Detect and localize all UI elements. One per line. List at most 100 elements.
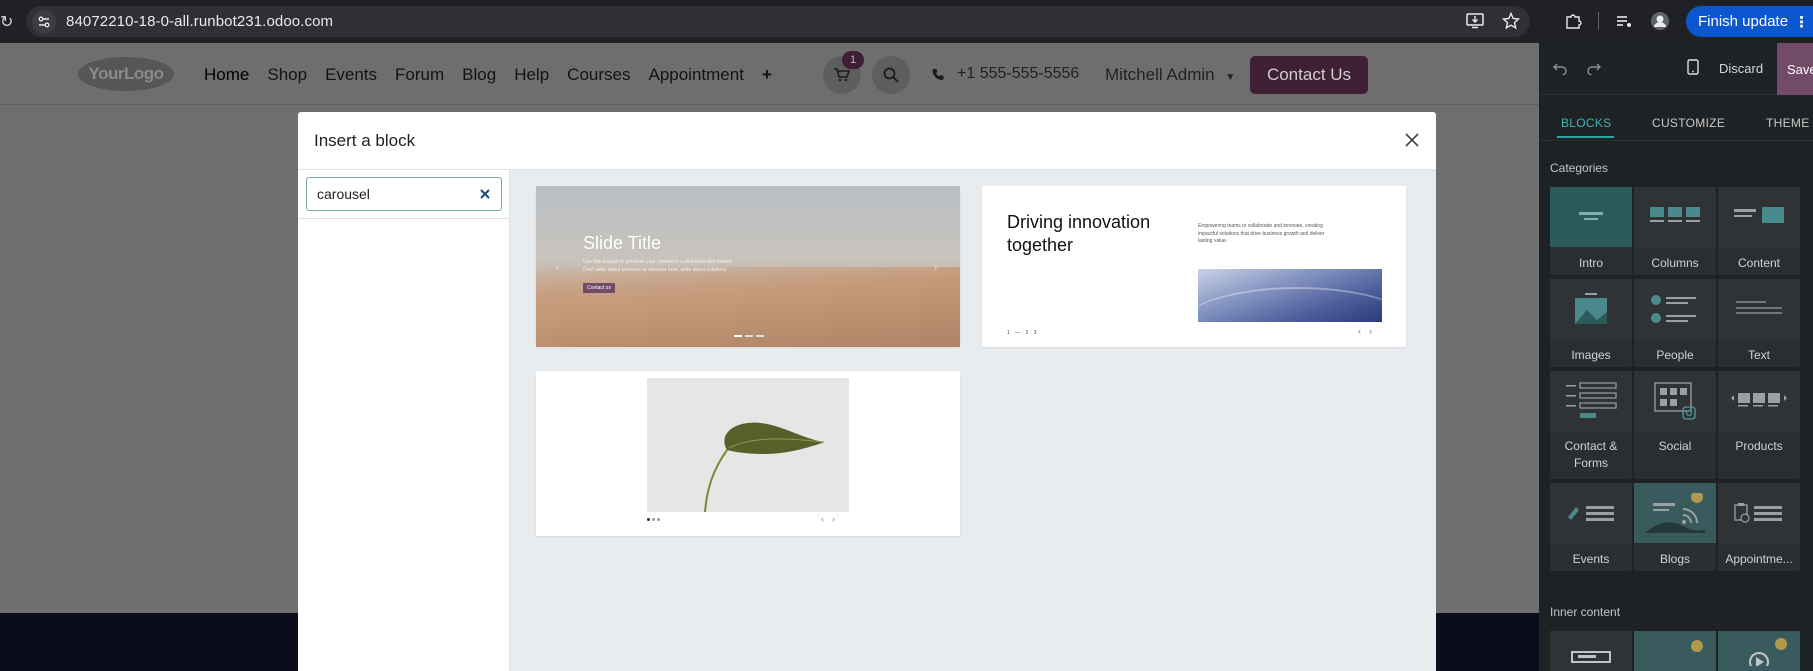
- cart-count-badge: 1: [842, 51, 864, 69]
- category-label: Blogs: [1659, 552, 1691, 566]
- dialog-header: Insert a block: [298, 112, 1436, 170]
- events-thumbnail-icon: [1550, 483, 1632, 543]
- caret-down-icon: ▼: [1225, 72, 1236, 83]
- category-label: Contact & Forms: [1564, 439, 1618, 470]
- text-thumbnail-icon: [1718, 279, 1800, 339]
- finish-update-button[interactable]: Finish update ⋮: [1686, 6, 1813, 37]
- site-logo[interactable]: YourLogo: [78, 57, 174, 91]
- install-app-icon[interactable]: [1464, 10, 1486, 32]
- site-header: YourLogo Home Shop Events Forum Blog Hel…: [0, 43, 1539, 105]
- category-label: Content: [1737, 256, 1781, 270]
- site-nav: Home Shop Events Forum Blog Help Courses…: [204, 65, 772, 85]
- content-thumbnail-icon: [1718, 187, 1800, 247]
- tab-customize[interactable]: CUSTOMIZE: [1652, 116, 1725, 130]
- phone-link[interactable]: +1 555-555-5556: [932, 65, 1079, 83]
- search-button[interactable]: [872, 56, 910, 94]
- phone-number: +1 555-555-5556: [957, 65, 1080, 82]
- sidebar-divider: [298, 218, 510, 219]
- close-dialog-button[interactable]: [1400, 128, 1424, 152]
- extensions-icon[interactable]: [1562, 10, 1584, 32]
- category-content[interactable]: Content: [1718, 187, 1800, 275]
- snippet-arrows: ‹›: [821, 514, 843, 524]
- abstract-blue-image: [1198, 269, 1382, 322]
- nav-events[interactable]: Events: [325, 65, 377, 85]
- snippet-heading: Driving innovation together: [1007, 212, 1151, 255]
- category-appointments[interactable]: Appointme...: [1718, 483, 1800, 571]
- clear-search-icon[interactable]: [478, 187, 492, 201]
- nav-courses[interactable]: Courses: [567, 65, 630, 85]
- category-contact-forms[interactable]: Contact & Forms: [1550, 371, 1632, 479]
- inner-image-thumbnail-icon: [1634, 631, 1716, 671]
- category-social[interactable]: Social: [1634, 371, 1716, 479]
- inner-content-item[interactable]: [1634, 631, 1716, 671]
- category-images[interactable]: Images: [1550, 279, 1632, 367]
- carousel-snippet-innovation[interactable]: Driving innovation together Empowering t…: [982, 186, 1406, 347]
- category-blogs[interactable]: Blogs: [1634, 483, 1716, 571]
- media-controls-icon[interactable]: [1613, 10, 1635, 32]
- bookmark-star-icon[interactable]: [1500, 10, 1522, 32]
- contact-us-button[interactable]: Contact Us: [1250, 56, 1368, 94]
- undo-icon[interactable]: [1553, 61, 1567, 80]
- snippet-pager: 1 — 2 3: [1007, 330, 1039, 336]
- address-bar[interactable]: 84072210-18-0-all.runbot231.odoo.com: [26, 6, 1530, 37]
- category-columns[interactable]: Columns: [1634, 187, 1716, 275]
- reload-icon[interactable]: ↻: [0, 12, 13, 32]
- nav-help[interactable]: Help: [514, 65, 549, 85]
- redo-icon[interactable]: [1587, 61, 1601, 80]
- columns-thumbnail-icon: [1634, 187, 1716, 247]
- snippet-search-input[interactable]: [317, 186, 467, 202]
- leaf-image: [647, 378, 849, 513]
- category-text[interactable]: Text: [1718, 279, 1800, 367]
- carousel-snippet-desert[interactable]: ‹ › Slide Title Use this snippet to pres…: [536, 186, 960, 347]
- user-menu[interactable]: Mitchell Admin ▼: [1105, 65, 1235, 85]
- products-thumbnail-icon: [1718, 371, 1800, 431]
- blogs-thumbnail-icon: [1634, 483, 1716, 543]
- snippet-slide-text: Use this snippet to presents your conten…: [583, 259, 733, 273]
- inner-block-thumbnail-icon: [1550, 631, 1632, 671]
- snippet-arrows: ‹›: [1358, 326, 1380, 336]
- mobile-preview-icon[interactable]: [1687, 59, 1699, 80]
- add-menu-item-icon[interactable]: +: [762, 65, 772, 85]
- editor-toolbar: Discard Save: [1539, 43, 1813, 95]
- nav-shop[interactable]: Shop: [267, 65, 307, 85]
- nav-blog[interactable]: Blog: [462, 65, 496, 85]
- discard-button[interactable]: Discard: [1719, 61, 1763, 76]
- intro-thumbnail-icon: [1550, 187, 1632, 247]
- nav-forum[interactable]: Forum: [395, 65, 444, 85]
- snippet-slide-button: Contact us: [583, 283, 615, 293]
- category-label: Social: [1658, 439, 1692, 453]
- contact-forms-thumbnail-icon: [1550, 371, 1632, 431]
- dialog-title: Insert a block: [314, 131, 416, 150]
- inner-content-item[interactable]: [1550, 631, 1632, 671]
- inner-content-heading: Inner content: [1550, 605, 1621, 619]
- save-button[interactable]: Save: [1777, 43, 1813, 95]
- url-text[interactable]: 84072210-18-0-all.runbot231.odoo.com: [66, 13, 333, 30]
- category-intro[interactable]: Intro: [1550, 187, 1632, 275]
- inner-content-item[interactable]: [1718, 631, 1800, 671]
- nav-home[interactable]: Home: [204, 65, 249, 85]
- category-label: People: [1656, 348, 1694, 362]
- tabs-divider: [1539, 140, 1813, 141]
- site-info-icon[interactable]: [32, 9, 56, 34]
- snippet-results: ‹ › Slide Title Use this snippet to pres…: [510, 170, 1436, 671]
- categories-heading: Categories: [1550, 161, 1609, 175]
- browser-toolbar: ↻ 84072210-18-0-all.runbot231.odoo.com F…: [0, 0, 1813, 43]
- category-events[interactable]: Events: [1550, 483, 1632, 571]
- dialog-sidebar: [298, 170, 510, 671]
- category-products[interactable]: Products: [1718, 371, 1800, 479]
- finish-update-label: Finish update: [1698, 13, 1789, 30]
- snippet-description: Empowering teams to collaborate and inno…: [1198, 223, 1325, 244]
- category-label: Intro: [1578, 256, 1603, 270]
- category-label: Events: [1572, 552, 1610, 566]
- appointments-thumbnail-icon: [1718, 483, 1800, 543]
- nav-appointment[interactable]: Appointment: [648, 65, 743, 85]
- carousel-snippet-leaf[interactable]: ‹›: [536, 371, 960, 536]
- people-thumbnail-icon: [1634, 279, 1716, 339]
- category-label: Appointme...: [1725, 552, 1793, 566]
- insert-block-dialog: Insert a block ‹ › Slide Title Use this …: [298, 112, 1436, 671]
- profile-avatar-icon[interactable]: [1649, 10, 1671, 32]
- close-icon: [1405, 133, 1419, 147]
- tab-blocks[interactable]: BLOCKS: [1561, 116, 1612, 130]
- category-people[interactable]: People: [1634, 279, 1716, 367]
- tab-theme[interactable]: THEME: [1766, 116, 1810, 130]
